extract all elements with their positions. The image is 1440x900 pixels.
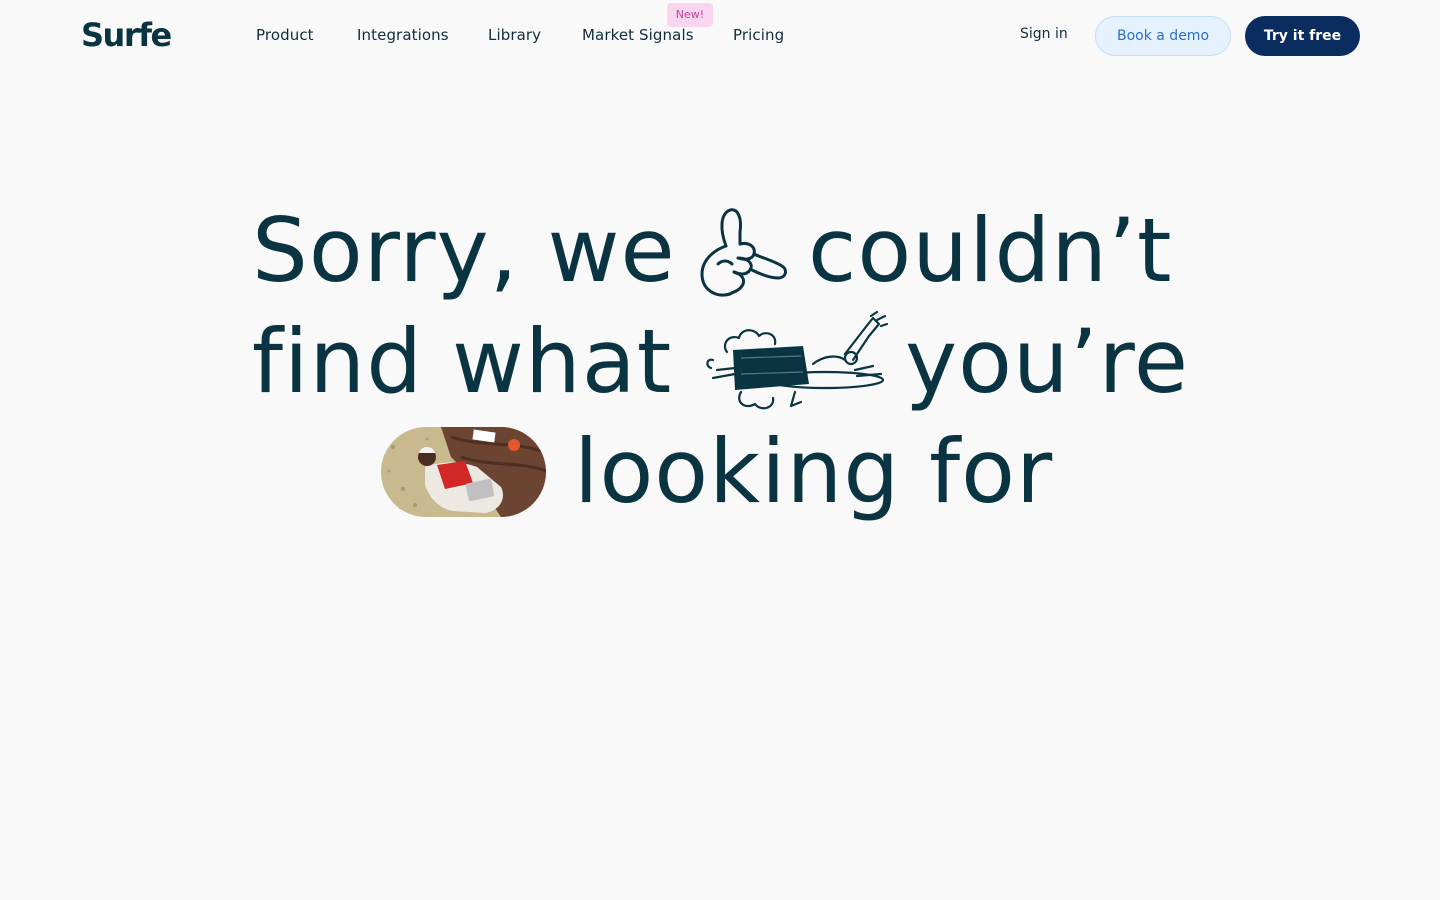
hero-line2-part1: find what bbox=[252, 310, 673, 413]
nav-pricing[interactable]: Pricing bbox=[733, 26, 784, 44]
hero-line3: looking for bbox=[574, 420, 1054, 523]
try-free-button[interactable]: Try it free bbox=[1245, 16, 1360, 56]
nav-integrations[interactable]: Integrations bbox=[357, 26, 449, 44]
sign-in-link[interactable]: Sign in bbox=[1020, 26, 1068, 42]
page: Surfe Product Integrations Library Marke… bbox=[0, 0, 1440, 900]
person-lying-photo bbox=[381, 427, 546, 517]
book-demo-button[interactable]: Book a demo bbox=[1095, 16, 1231, 56]
nav-library[interactable]: Library bbox=[488, 26, 541, 44]
hero-line2-part2: you’re bbox=[905, 310, 1190, 413]
hero-line1-part2: couldn’t bbox=[808, 199, 1173, 302]
hero-line1-part1: Sorry, we bbox=[252, 199, 676, 302]
shaka-hand-icon bbox=[700, 208, 787, 297]
flying-surfer-icon bbox=[706, 310, 889, 410]
nav-product[interactable]: Product bbox=[256, 26, 314, 44]
new-badge: New! bbox=[667, 3, 713, 27]
surfe-logo[interactable]: Surfe bbox=[81, 16, 172, 54]
nav-market-signals[interactable]: Market Signals bbox=[582, 26, 694, 44]
